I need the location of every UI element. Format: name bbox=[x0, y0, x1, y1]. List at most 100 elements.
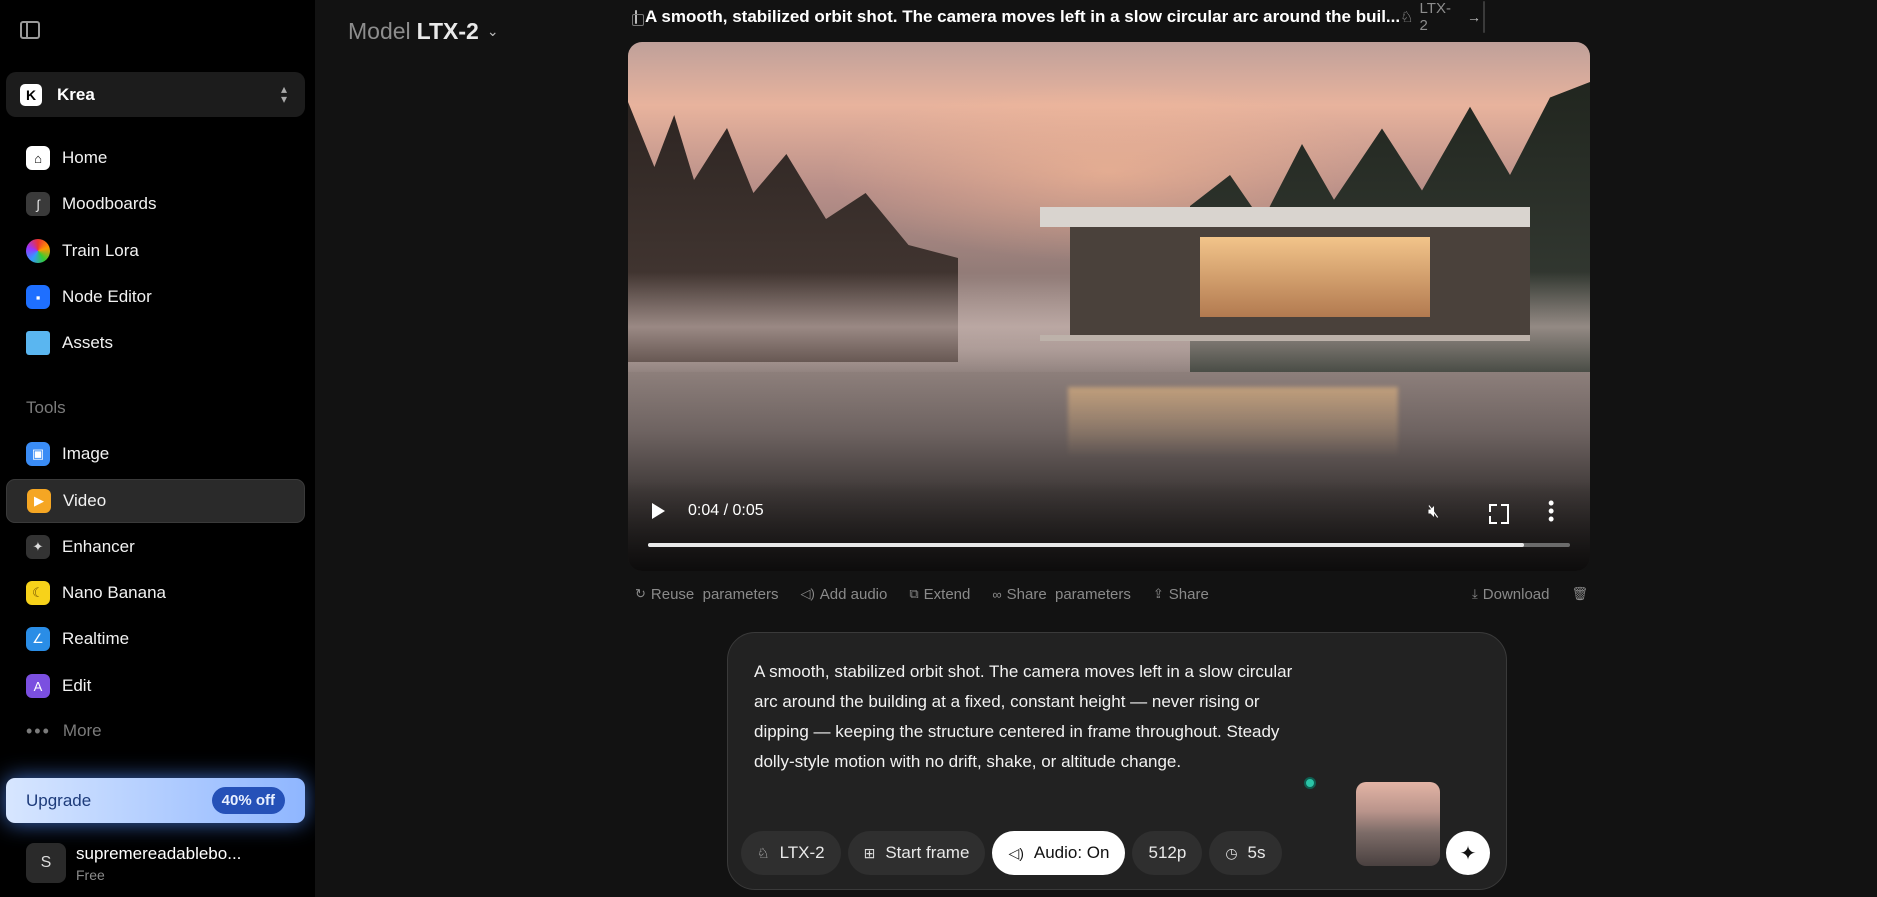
sidebar-toggle-icon[interactable] bbox=[20, 21, 40, 39]
sidebar-item-train-lora[interactable]: Train Lora bbox=[6, 229, 305, 273]
share-label: Share bbox=[1168, 585, 1209, 603]
prompt-input[interactable]: A smooth, stabilized orbit shot. The cam… bbox=[754, 657, 1314, 777]
generation-title: A smooth, stabilized orbit shot. The cam… bbox=[645, 7, 1401, 26]
generate-button[interactable]: ✦ bbox=[1446, 831, 1490, 875]
audio-toggle[interactable]: ◁) Audio: On bbox=[992, 831, 1126, 875]
video-icon: ▶ bbox=[27, 489, 51, 513]
start-frame-pill[interactable]: ⊞ Start frame bbox=[847, 831, 986, 875]
train-lora-icon bbox=[26, 239, 50, 263]
start-frame-thumbnail[interactable] bbox=[1356, 782, 1440, 866]
extend-button[interactable]: ⧉ Extend bbox=[909, 586, 970, 603]
prompt-options: ♘ LTX-2 ⊞ Start frame ◁) Audio: On 512p ◷ 5s bbox=[741, 831, 1289, 875]
more-label: More bbox=[62, 721, 102, 740]
upgrade-label: Upgrade bbox=[26, 790, 92, 810]
delete-button[interactable]: 🗑︎ bbox=[1571, 586, 1593, 602]
muted-speaker-icon[interactable]: 🔇︎ bbox=[1428, 501, 1439, 522]
user-name: supremereadablebo... bbox=[76, 843, 242, 863]
share-button[interactable]: ⇪ Share bbox=[1153, 586, 1209, 603]
reuse-icon: ↻ bbox=[635, 586, 646, 601]
prompt-box: A smooth, stabilized orbit shot. The cam… bbox=[727, 632, 1507, 890]
krea-logo-icon: K bbox=[20, 83, 42, 106]
download-icon: ⤓ bbox=[1472, 586, 1478, 601]
extend-icon: ⧉ bbox=[909, 586, 919, 601]
clock-icon: ◷ bbox=[1225, 844, 1238, 861]
video-frame-house bbox=[1040, 207, 1530, 341]
sidebar-item-node-editor[interactable]: ▪ Node Editor bbox=[6, 275, 305, 319]
sidebar-item-label: Nano Banana bbox=[62, 583, 166, 602]
model-icon: ♘ bbox=[757, 844, 770, 861]
duration-pill[interactable]: ◷ 5s bbox=[1209, 831, 1282, 875]
sidebar-item-enhancer[interactable]: ✦ Enhancer bbox=[6, 525, 305, 569]
sidebar-item-nano-banana[interactable]: ☾ Nano Banana bbox=[6, 571, 305, 615]
add-image-icon: ⊞ bbox=[863, 844, 876, 861]
play-icon[interactable] bbox=[652, 503, 665, 519]
download-label: Download bbox=[1482, 585, 1550, 603]
model-prefix: Model bbox=[348, 18, 411, 44]
upgrade-button[interactable]: Upgrade 40% off bbox=[6, 778, 305, 823]
collaborator-cursor-icon bbox=[1304, 777, 1316, 789]
sidebar-item-video[interactable]: ▶ Video bbox=[6, 479, 305, 523]
reuse-parameters-button[interactable]: ↻ Reuse parameters bbox=[635, 586, 778, 603]
sidebar-item-label: Realtime bbox=[62, 629, 130, 648]
workspace-switcher[interactable]: K Krea ▴ ▾ bbox=[6, 72, 305, 117]
kebab-menu-icon[interactable]: • • • bbox=[1548, 494, 1554, 528]
fullscreen-icon[interactable] bbox=[1489, 504, 1505, 520]
add-audio-label: Add audio bbox=[819, 585, 888, 603]
sidebar-item-home[interactable]: ⌂ Home bbox=[6, 136, 305, 180]
model-pill-label: LTX-2 bbox=[779, 843, 825, 862]
link-icon: ∞ bbox=[992, 586, 1002, 602]
share-icon: ⇪ bbox=[1152, 586, 1164, 601]
sidebar-item-label: Train Lora bbox=[62, 241, 139, 260]
moodboard-icon: ∫ bbox=[26, 192, 50, 216]
user-menu[interactable]: S supremereadablebo... Free bbox=[26, 843, 241, 883]
model-selector[interactable]: Model LTX-2 ⌄ bbox=[348, 18, 499, 45]
more-dots-icon: ••• bbox=[26, 721, 51, 741]
model-pill[interactable]: ♘ LTX-2 bbox=[741, 831, 841, 875]
action-bar: ↻ Reuse parameters ◁) Add audio ⧉ Extend ∞ S… bbox=[635, 584, 1593, 604]
output-frame-slot[interactable] bbox=[1482, 1, 1485, 33]
extend-label: Extend bbox=[923, 585, 971, 603]
edit-icon: A bbox=[26, 674, 50, 698]
video-time: 0:04 / 0:05 bbox=[688, 502, 764, 519]
sidebar-item-label: Edit bbox=[62, 676, 92, 695]
video-frame-reflection bbox=[1068, 387, 1398, 457]
enhancer-icon: ✦ bbox=[26, 535, 50, 559]
banana-icon: ☾ bbox=[26, 581, 50, 605]
start-frame-label: Start frame bbox=[885, 843, 970, 862]
sidebar-item-label: Home bbox=[62, 148, 108, 167]
home-icon: ⌂ bbox=[26, 146, 50, 170]
add-audio-button[interactable]: ◁) Add audio bbox=[800, 586, 887, 603]
sidebar-item-label: Video bbox=[63, 491, 107, 510]
more-button[interactable]: ••• More bbox=[26, 721, 102, 741]
video-progress-bar[interactable] bbox=[648, 543, 1570, 547]
speaker-icon: ◁) bbox=[800, 586, 815, 601]
folder-icon bbox=[26, 331, 50, 355]
share-parameters-button[interactable]: ∞ Share parameters bbox=[992, 586, 1131, 603]
image-icon: ▣ bbox=[26, 442, 50, 466]
audio-toggle-label: Audio: On bbox=[1033, 843, 1110, 862]
chevron-updown-icon: ▴ ▾ bbox=[280, 82, 287, 106]
tools-section-title: Tools bbox=[26, 398, 66, 417]
app-root: K Krea ▴ ▾ ⌂ Home ∫ Moodboards Train Lora… bbox=[0, 0, 1877, 897]
discount-badge: 40% off bbox=[211, 787, 285, 814]
sidebar-item-image[interactable]: ▣ Image bbox=[6, 432, 305, 476]
generation-header: A smooth, stabilized orbit shot. The cam… bbox=[632, 0, 1485, 34]
copy-icon[interactable] bbox=[632, 10, 644, 26]
video-player[interactable]: 0:04 / 0:05 🔇︎ • • • bbox=[628, 42, 1590, 571]
download-button[interactable]: ⤓ Download bbox=[1472, 586, 1549, 603]
arrow-right-icon: → bbox=[1466, 9, 1481, 25]
share-parameters-label: Share parameters bbox=[1006, 585, 1131, 603]
sidebar: K Krea ▴ ▾ ⌂ Home ∫ Moodboards Train Lora… bbox=[0, 0, 315, 897]
sidebar-item-edit[interactable]: A Edit bbox=[6, 664, 305, 708]
sidebar-item-assets[interactable]: Assets bbox=[6, 321, 305, 365]
speaker-icon: ◁) bbox=[1008, 844, 1024, 861]
duration-label: 5s bbox=[1247, 843, 1266, 862]
resolution-label: 512p bbox=[1148, 843, 1187, 862]
avatar: S bbox=[26, 843, 66, 883]
sidebar-item-moodboards[interactable]: ∫ Moodboards bbox=[6, 182, 305, 226]
node-editor-icon: ▪ bbox=[26, 285, 50, 309]
resolution-pill[interactable]: 512p bbox=[1132, 831, 1203, 875]
sidebar-item-realtime[interactable]: ∠ Realtime bbox=[6, 617, 305, 661]
model-icon: ♘ bbox=[1400, 9, 1414, 26]
workspace-name: Krea bbox=[57, 84, 95, 104]
